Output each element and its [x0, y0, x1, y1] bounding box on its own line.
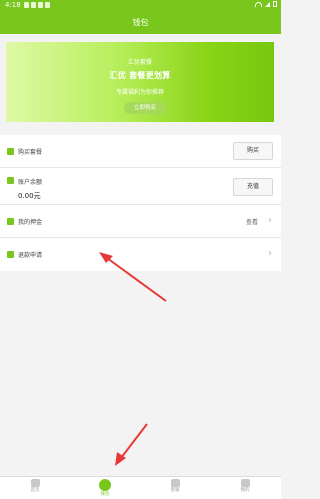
- refund-icon: [7, 251, 14, 258]
- notification-icon: [45, 2, 50, 8]
- balance-amount: 0.00元: [18, 192, 41, 200]
- status-indicators: [255, 1, 277, 7]
- wallet-icon: [7, 177, 14, 184]
- tab-home[interactable]: 首页: [15, 479, 55, 493]
- balance-label: 账户余额: [18, 179, 43, 186]
- notification-icon: [31, 2, 36, 8]
- home-icon: [30, 479, 40, 487]
- wallet-icon: [99, 479, 111, 491]
- tab-profile-label: 我的: [240, 488, 250, 493]
- tab-wallet[interactable]: 钱包: [85, 479, 125, 497]
- banner-subtitle: 汇优套餐: [127, 59, 152, 66]
- notification-icon: [24, 2, 29, 8]
- refund-label: 退款申请: [18, 252, 43, 259]
- chevron-right-icon: ›: [268, 215, 272, 226]
- tab-service[interactable]: 客服: [155, 479, 195, 493]
- signal-icon: [265, 1, 270, 7]
- package-icon: [7, 148, 14, 155]
- status-bar: 4:18: [0, 0, 281, 11]
- balance-row: 账户余额 0.00元 充值: [0, 168, 281, 205]
- wifi-icon: [255, 1, 262, 7]
- tab-service-label: 客服: [170, 488, 180, 493]
- buy-package-row: 购买套餐 购买: [0, 135, 281, 168]
- notification-icons: [24, 2, 50, 8]
- annotation-arrow-wallet-tab: [115, 423, 148, 466]
- view-deposit-link[interactable]: 查看: [246, 217, 258, 226]
- recharge-button[interactable]: 充值: [233, 178, 273, 196]
- buy-button[interactable]: 购买: [233, 142, 273, 160]
- service-icon: [170, 479, 180, 487]
- tab-profile[interactable]: 我的: [225, 479, 265, 493]
- tab-home-label: 首页: [30, 488, 40, 493]
- status-time: 4:18: [5, 1, 21, 9]
- buy-now-button[interactable]: 立即购买: [124, 102, 166, 114]
- battery-icon: [273, 1, 277, 7]
- package-banner[interactable]: 汇优套餐 汇优 套餐更划算 专属福利为你推荐 立即购买: [6, 42, 274, 122]
- chevron-right-icon: ›: [268, 248, 272, 259]
- profile-icon: [240, 479, 250, 487]
- banner-caption: 专属福利为你推荐: [115, 89, 164, 96]
- notification-icon: [38, 2, 43, 8]
- page-title: 钱包: [0, 11, 281, 34]
- deposit-row[interactable]: 我的押金 查看 ›: [0, 205, 281, 238]
- banner-title: 汇优 套餐更划算: [109, 71, 171, 80]
- wallet-list: 购买套餐 购买 账户余额 0.00元 充值 我的押金 查看 › 退款申请 ›: [0, 135, 281, 271]
- deposit-label: 我的押金: [18, 219, 43, 226]
- bottom-tab-bar: 首页 钱包 客服 我的: [0, 476, 281, 499]
- refund-row[interactable]: 退款申请 ›: [0, 238, 281, 271]
- buy-package-label: 购买套餐: [18, 149, 43, 156]
- deposit-icon: [7, 218, 14, 225]
- tab-wallet-label: 钱包: [100, 492, 110, 497]
